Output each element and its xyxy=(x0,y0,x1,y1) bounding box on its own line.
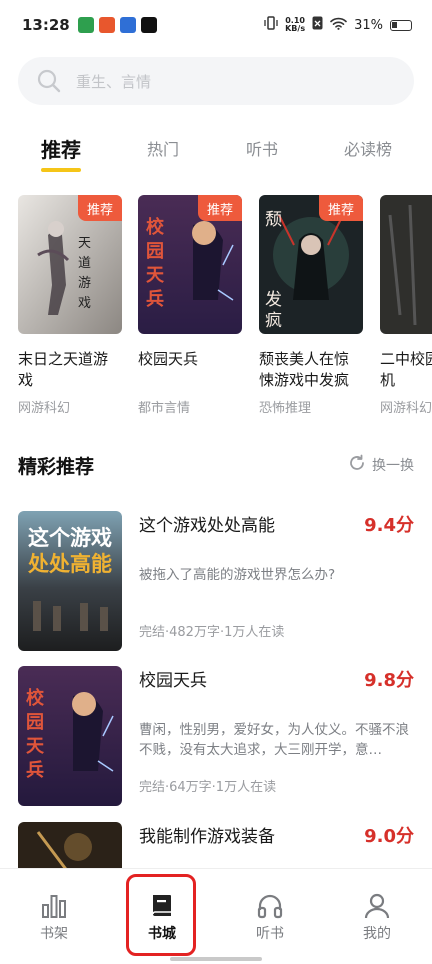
svg-text:园: 园 xyxy=(26,712,44,733)
nav-profile[interactable]: 我的 xyxy=(337,893,417,943)
no-sim-icon xyxy=(312,16,323,34)
svg-text:天: 天 xyxy=(78,236,91,251)
book-card[interactable]: 天 道 游 戏 推荐 末日之天道游戏 网游科幻 xyxy=(18,195,122,416)
book-meta: 完结·482万字·1万人在读 xyxy=(139,625,285,640)
book-card[interactable]: 二中校园尸危机 网游科幻 xyxy=(380,195,432,416)
list-item[interactable]: 这个游戏 处处高能 这个游戏处处高能 9.4分 被拖入了高能的游戏世界怎么办? … xyxy=(18,511,414,651)
net-speed-unit: KB/s xyxy=(285,24,306,33)
nav-bookshelf[interactable]: 书架 xyxy=(14,893,94,943)
nav-label: 听书 xyxy=(256,926,284,942)
book-cover[interactable]: 校 园 天 兵 xyxy=(18,666,122,806)
book-title: 二中校园尸危机 xyxy=(380,350,432,389)
book-cover[interactable]: 颓 发 疯 推荐 xyxy=(259,195,363,334)
book-card[interactable]: 校 园 天 兵 推荐 校园天兵 都市言情 xyxy=(138,195,242,416)
headphones-icon xyxy=(257,894,283,919)
status-right: 0.10 KB/s 31% xyxy=(264,16,412,34)
book-score: 9.0分 xyxy=(364,826,414,847)
book-carousel[interactable]: 天 道 游 戏 推荐 末日之天道游戏 网游科幻 校 园 天 兵 推荐 校园天兵 … xyxy=(0,195,432,425)
nav-label: 我的 xyxy=(363,926,391,942)
category-tabs: 推荐 热门 听书 必读榜 xyxy=(0,130,432,180)
book-cover[interactable]: 校 园 天 兵 推荐 xyxy=(138,195,242,334)
wifi-icon xyxy=(330,17,347,34)
svg-text:处处高能: 处处高能 xyxy=(27,552,112,576)
svg-text:戏: 戏 xyxy=(78,296,91,311)
battery-percent: 31% xyxy=(354,17,383,33)
search-icon xyxy=(36,68,62,94)
book-title: 末日之天道游戏 xyxy=(18,350,109,389)
tab-popular[interactable]: 热门 xyxy=(147,136,179,160)
book-title: 校园天兵 xyxy=(139,671,207,691)
tiktok-icon xyxy=(140,17,157,33)
net-speed: 0.10 KB/s xyxy=(285,17,305,33)
tab-active-indicator xyxy=(41,168,81,172)
vibrate-icon xyxy=(264,16,278,34)
notification-app-icon xyxy=(77,17,94,33)
book-title: 颓丧美人在惊悚游戏中发疯 xyxy=(259,350,350,389)
tab-recommend[interactable]: 推荐 xyxy=(41,134,81,163)
refresh-button[interactable]: 换一换 xyxy=(348,454,414,476)
book-genre: 网游科幻 xyxy=(18,401,71,416)
book-title: 校园天兵 xyxy=(138,350,199,368)
recommend-badge: 推荐 xyxy=(198,195,242,221)
notification-icons xyxy=(77,17,157,33)
book-genre: 恐怖推理 xyxy=(259,401,312,416)
book-description: 被拖入了高能的游戏世界怎么办? xyxy=(139,567,336,583)
book-meta: 完结·64万字·1万人在读 xyxy=(139,780,277,795)
book-title: 这个游戏处处高能 xyxy=(139,516,275,536)
recommend-badge: 推荐 xyxy=(319,195,363,221)
search-bar[interactable]: 重生、言情 xyxy=(18,57,414,105)
battery-icon xyxy=(390,19,412,31)
svg-text:道: 道 xyxy=(78,256,91,271)
status-time: 13:28 xyxy=(22,16,70,34)
refresh-label: 换一换 xyxy=(372,458,414,474)
notification-app-icon xyxy=(119,17,136,33)
book-cover[interactable]: 天 道 游 戏 推荐 xyxy=(18,195,122,334)
book-cover[interactable] xyxy=(380,195,432,334)
user-icon xyxy=(364,893,390,919)
svg-text:校: 校 xyxy=(26,687,45,709)
section-title: 精彩推荐 xyxy=(18,456,95,478)
book-score: 9.8分 xyxy=(364,670,414,691)
svg-text:游: 游 xyxy=(78,276,91,291)
highlight-annotation xyxy=(126,874,196,956)
book-card[interactable]: 颓 发 疯 推荐 颓丧美人在惊悚游戏中发疯 恐怖推理 xyxy=(259,195,363,416)
bottom-nav: 书架 书城 听书 我的 xyxy=(0,868,432,964)
list-item[interactable]: 校 园 天 兵 校园天兵 9.8分 曹闲，性别男，爱好女，为人仗义。不骚不浪不贱… xyxy=(18,666,414,806)
home-indicator xyxy=(170,957,262,961)
refresh-icon xyxy=(348,454,366,476)
svg-text:发: 发 xyxy=(265,290,282,310)
svg-text:天: 天 xyxy=(146,265,165,286)
search-placeholder: 重生、言情 xyxy=(76,72,152,91)
svg-text:这个游戏: 这个游戏 xyxy=(28,526,112,550)
status-bar: 13:28 0.10 KB/s 31% xyxy=(0,0,432,50)
svg-text:校: 校 xyxy=(146,216,165,238)
bookshelf-icon xyxy=(42,895,66,918)
notification-app-icon xyxy=(98,17,115,33)
recommend-badge: 推荐 xyxy=(78,195,122,221)
nav-label: 书架 xyxy=(40,926,68,942)
svg-text:兵: 兵 xyxy=(26,760,44,781)
book-score: 9.4分 xyxy=(364,515,414,536)
svg-text:天: 天 xyxy=(26,736,45,757)
tab-must-read[interactable]: 必读榜 xyxy=(344,136,392,160)
tab-audiobook[interactable]: 听书 xyxy=(246,136,278,160)
nav-audiobook[interactable]: 听书 xyxy=(230,893,310,943)
book-title: 我能制作游戏装备 xyxy=(139,827,275,847)
svg-text:颓: 颓 xyxy=(265,210,282,230)
book-description: 曹闲，性别男，爱好女，为人仗义。不骚不浪不贱，没有太大追求，大三刚开学，意… xyxy=(139,722,409,758)
book-cover[interactable]: 这个游戏 处处高能 xyxy=(18,511,122,651)
book-genre: 都市言情 xyxy=(138,401,191,416)
svg-text:疯: 疯 xyxy=(265,311,282,331)
book-genre: 网游科幻 xyxy=(380,401,432,416)
svg-text:兵: 兵 xyxy=(146,289,164,310)
svg-text:园: 园 xyxy=(146,241,164,262)
